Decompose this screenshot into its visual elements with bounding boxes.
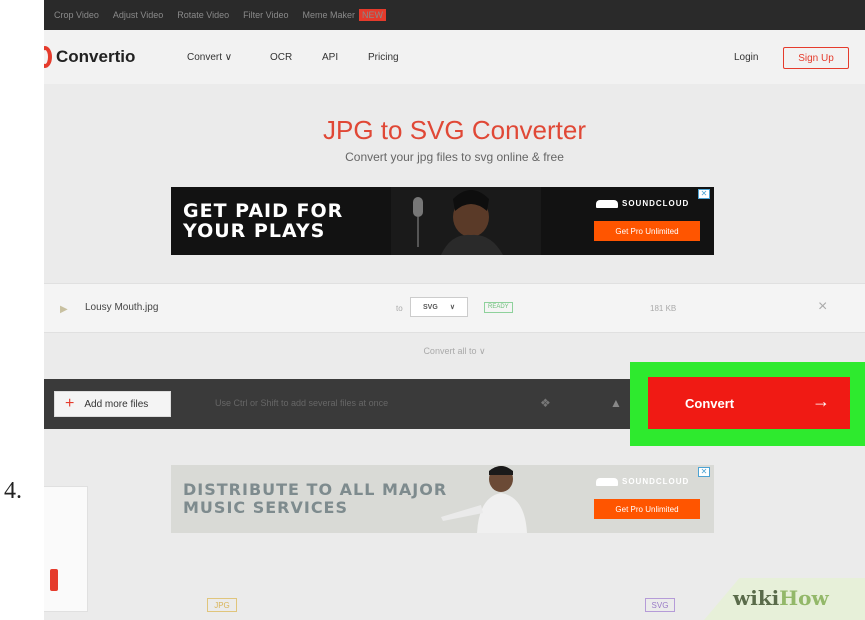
format-value: SVG: [423, 303, 438, 311]
nav-pricing[interactable]: Pricing: [368, 52, 399, 63]
ad-close-icon[interactable]: ✕: [698, 189, 710, 199]
ad-headline-line1: GET PAID FOR: [183, 200, 344, 222]
ad-photo-artist: [441, 466, 527, 533]
side-panel-tab[interactable]: [50, 569, 58, 591]
side-panel: [44, 486, 88, 612]
file-icon: ▶: [60, 304, 68, 315]
chevron-down-icon: ∨: [449, 304, 455, 311]
page-subtitle: Convert your jpg files to svg online & f…: [345, 150, 564, 164]
logo-text: Convertio: [56, 47, 136, 66]
ad-banner-bottom[interactable]: DISTRIBUTE TO ALL MAJOR MUSIC SERVICES S…: [171, 465, 714, 533]
ad-cta-button[interactable]: Get Pro Unlimited: [594, 221, 700, 241]
ad-brand: SOUNDCLOUD: [622, 477, 690, 486]
topbar-link-adjust[interactable]: Adjust Video: [113, 10, 163, 20]
convert-button-label: Convert: [685, 395, 735, 411]
format-tag-from: JPG: [207, 598, 237, 612]
ad-close-icon[interactable]: ✕: [698, 467, 710, 477]
ad-photo-singer: [391, 187, 541, 255]
wikihow-logo-part2: How: [779, 586, 829, 610]
plus-icon: +: [65, 395, 75, 412]
add-more-files-button[interactable]: + Add more files: [54, 391, 171, 417]
topbar-link-filter[interactable]: Filter Video: [243, 10, 288, 20]
file-row: ▶ Lousy Mouth.jpg to SVG ∨ READY 181 KB …: [44, 283, 865, 333]
wikihow-logo: wikiHow: [733, 586, 829, 610]
dropbox-icon[interactable]: ❖: [540, 396, 551, 410]
soundcloud-logo: SOUNDCLOUD: [596, 477, 689, 486]
topbar-link-rotate[interactable]: Rotate Video: [177, 10, 229, 20]
soundcloud-cloud-icon: [596, 199, 618, 208]
nav-api[interactable]: API: [322, 52, 338, 63]
ad-brand: SOUNDCLOUD: [622, 199, 690, 208]
page-title: JPG to SVG Converter: [323, 115, 586, 145]
file-size: 181 KB: [650, 304, 677, 313]
arrow-right-icon: →: [812, 391, 830, 411]
page: 4. Crop Video Adjust Video Rotate Video …: [0, 0, 865, 620]
format-tag-to: SVG: [645, 598, 675, 612]
logo-icon: [44, 46, 52, 68]
file-name: Lousy Mouth.jpg: [85, 302, 159, 313]
google-drive-icon[interactable]: ▲: [610, 396, 622, 410]
logo[interactable]: Convertio: [44, 46, 135, 68]
login-link[interactable]: Login: [734, 52, 758, 63]
soundcloud-logo: SOUNDCLOUD: [596, 199, 689, 208]
soundcloud-cloud-icon: [596, 477, 618, 486]
signup-button[interactable]: Sign Up: [783, 47, 849, 69]
step-number: 4.: [4, 478, 22, 504]
ad-cta-button[interactable]: Get Pro Unlimited: [594, 499, 700, 519]
new-badge: NEW: [359, 9, 386, 21]
ad-headline: DISTRIBUTE TO ALL MAJOR MUSIC SERVICES: [183, 481, 447, 517]
nav-convert-menu[interactable]: Convert ∨: [187, 52, 232, 63]
convert-button[interactable]: Convert →: [648, 377, 850, 429]
ad-banner-top[interactable]: GET PAID FOR YOUR PLAYS SOUNDCLOUD Get P…: [171, 187, 714, 255]
meme-maker-label: Meme Maker: [302, 10, 355, 20]
status-badge: READY: [484, 302, 513, 313]
to-label: to: [396, 304, 403, 313]
nav-ocr[interactable]: OCR: [270, 52, 292, 63]
multi-select-hint: Use Ctrl or Shift to add several files a…: [215, 398, 389, 408]
tool-bar-top: Crop Video Adjust Video Rotate Video Fil…: [44, 0, 865, 30]
ad-headline-line2: YOUR PLAYS: [183, 220, 326, 242]
format-select[interactable]: SVG ∨: [410, 297, 468, 317]
convert-all-dropdown[interactable]: Convert all to ∨: [44, 346, 865, 357]
main-nav: Convertio Convert ∨ OCR API Pricing Logi…: [44, 30, 865, 84]
topbar-link-meme-maker[interactable]: Meme Maker NEW: [302, 9, 386, 21]
screenshot: Crop Video Adjust Video Rotate Video Fil…: [44, 0, 865, 620]
ad-headline-line1: DISTRIBUTE TO ALL MAJOR: [183, 480, 448, 499]
ad-headline-line2: MUSIC SERVICES: [183, 498, 349, 517]
ad-headline: GET PAID FOR YOUR PLAYS: [183, 201, 343, 241]
add-more-files-label: Add more files: [84, 398, 149, 410]
wikihow-watermark: wikiHow: [704, 578, 865, 620]
remove-file-icon[interactable]: ×: [818, 298, 827, 316]
wikihow-logo-part1: wiki: [733, 586, 780, 610]
topbar-link-crop[interactable]: Crop Video: [54, 10, 99, 20]
